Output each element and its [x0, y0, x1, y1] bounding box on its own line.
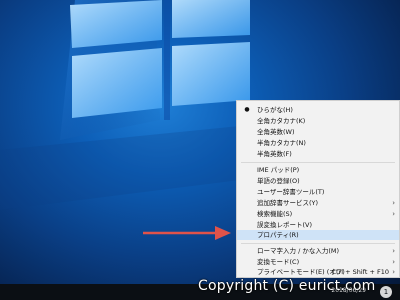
ime-context-menu: ● ひらがな(H) 全角カタカナ(K) 全角英数(W) 半角カタカナ(N) 半角…: [236, 100, 400, 278]
menu-item-romaji-kana-input[interactable]: ローマ字入力 / かな入力(M) ›: [237, 246, 399, 256]
menu-item-search[interactable]: 検索機能(S) ›: [237, 209, 399, 219]
menu-item-label: 全角カタカナ(K): [257, 117, 306, 125]
menu-item-user-dictionary-tool[interactable]: ユーザー辞書ツール(T): [237, 187, 399, 197]
menu-item-label: 単語の登録(O): [257, 177, 300, 185]
menu-item-label: 半角英数(F): [257, 150, 292, 158]
menu-separator: [241, 243, 395, 244]
menu-item-label: 追加辞書サービス(Y): [257, 199, 319, 207]
menu-item-label: ローマ字入力 / かな入力(M): [257, 247, 340, 255]
chevron-right-icon: ›: [392, 199, 395, 207]
menu-item-label: プロパティ(R): [257, 231, 299, 239]
menu-item-label: ユーザー辞書ツール(T): [257, 188, 325, 196]
copyright-watermark: Copyright (C) eurict.com: [198, 278, 376, 294]
menu-item-label: ひらがな(H): [257, 106, 293, 114]
menu-separator: [241, 162, 395, 163]
menu-item-additional-dictionary[interactable]: 追加辞書サービス(Y) ›: [237, 198, 399, 208]
menu-item-label: 誤変換レポート(V): [257, 221, 313, 229]
menu-item-fullwidth-alphanumeric[interactable]: 全角英数(W): [237, 127, 399, 137]
selected-bullet-icon: ●: [244, 106, 250, 113]
menu-item-conversion-mode[interactable]: 変換モード(C) ›: [237, 257, 399, 267]
chevron-right-icon: ›: [392, 258, 395, 266]
menu-item-hiragana[interactable]: ● ひらがな(H): [237, 105, 399, 115]
chevron-right-icon: ›: [392, 210, 395, 218]
menu-item-label: IME パッド(P): [257, 166, 300, 174]
chevron-right-icon: ›: [392, 268, 395, 276]
menu-item-fullwidth-katakana[interactable]: 全角カタカナ(K): [237, 116, 399, 126]
menu-item-conversion-report[interactable]: 誤変換レポート(V): [237, 220, 399, 230]
menu-item-private-mode[interactable]: プライベートモード(E) (オフ) Ctrl + Shift + F10 ›: [237, 267, 399, 277]
menu-item-label: 全角英数(W): [257, 128, 295, 136]
red-pointer-arrow-icon: [143, 226, 231, 240]
shortcut-label: Ctrl + Shift + F10: [331, 268, 389, 276]
menu-item-halfwidth-alphanumeric[interactable]: 半角英数(F): [237, 149, 399, 159]
menu-item-label: 検索機能(S): [257, 210, 293, 218]
menu-item-label: 変換モード(C): [257, 258, 300, 266]
chevron-right-icon: ›: [392, 247, 395, 255]
notification-center-icon[interactable]: 1: [380, 286, 392, 298]
menu-item-halfwidth-katakana[interactable]: 半角カタカナ(N): [237, 138, 399, 148]
menu-item-register-word[interactable]: 単語の登録(O): [237, 176, 399, 186]
menu-item-label: 半角カタカナ(N): [257, 139, 306, 147]
menu-item-properties[interactable]: プロパティ(R): [237, 230, 399, 240]
menu-item-ime-pad[interactable]: IME パッド(P): [237, 165, 399, 175]
